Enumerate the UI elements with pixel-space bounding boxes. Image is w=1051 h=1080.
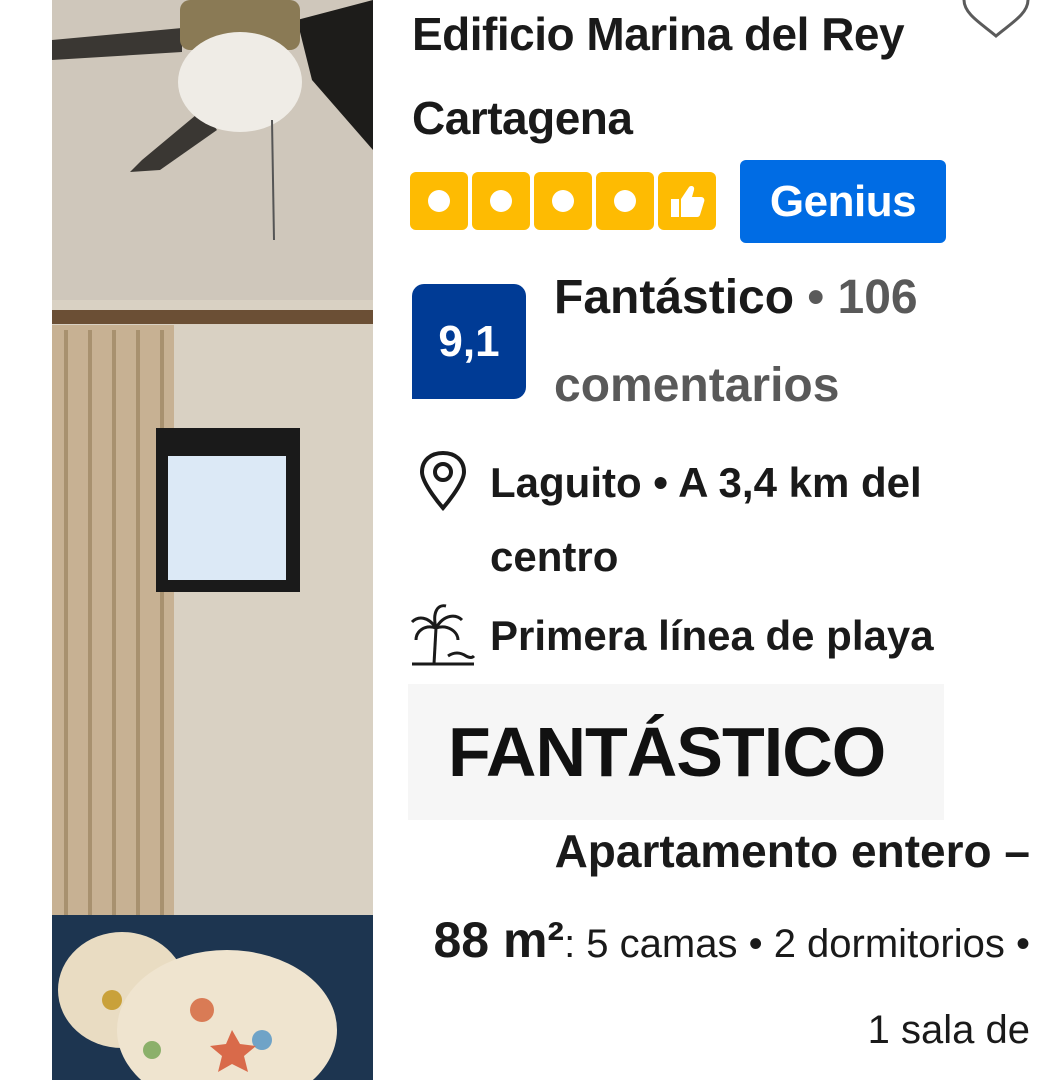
unit-size: 88 m² xyxy=(433,912,565,968)
heart-outline-icon[interactable] xyxy=(962,0,1030,40)
separator: • xyxy=(807,271,838,324)
genius-badge: Genius xyxy=(740,160,946,243)
palm-tree-icon xyxy=(410,604,476,666)
square-icon xyxy=(534,172,592,230)
unit-details: : 5 camas • 2 dormitorios • 1 sala de xyxy=(564,922,1030,1052)
square-icon xyxy=(596,172,654,230)
map-pin-icon xyxy=(419,450,467,512)
beach-text: Primera línea de playa xyxy=(490,612,934,659)
quality-rating xyxy=(410,172,720,230)
score-label: Fantástico xyxy=(554,271,795,324)
location-text[interactable]: Laguito • A 3,4 km del centro xyxy=(490,446,1010,594)
unit-description: Apartamento entero – 88 m²: 5 camas • 2 … xyxy=(420,808,1030,1073)
reviews-label: comentarios xyxy=(554,359,840,412)
square-icon xyxy=(410,172,468,230)
review-summary[interactable]: Fantástico • 106 comentarios xyxy=(554,254,1014,430)
square-icon xyxy=(472,172,530,230)
review-count: 106 xyxy=(837,271,918,324)
review-score[interactable]: 9,1 xyxy=(412,284,526,399)
thumbs-up-icon xyxy=(658,172,716,230)
property-card[interactable]: Edificio Marina del Rey Cartagena Genius… xyxy=(0,0,1051,1080)
beach-row: Primera línea de playa xyxy=(410,600,1030,670)
highlight-badge: FANTÁSTICO xyxy=(408,684,944,820)
highlight-badge-text: FANTÁSTICO xyxy=(448,713,886,791)
property-title[interactable]: Edificio Marina del Rey Cartagena xyxy=(412,0,952,160)
unit-type: Apartamento entero – xyxy=(554,825,1030,877)
